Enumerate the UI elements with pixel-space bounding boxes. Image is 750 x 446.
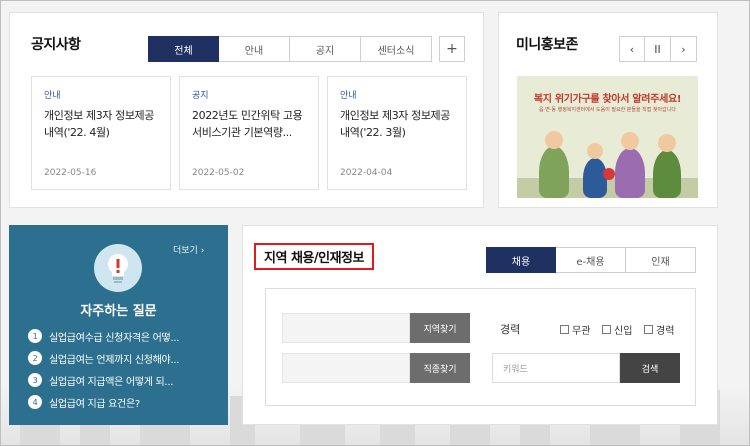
window-border	[0, 0, 750, 446]
